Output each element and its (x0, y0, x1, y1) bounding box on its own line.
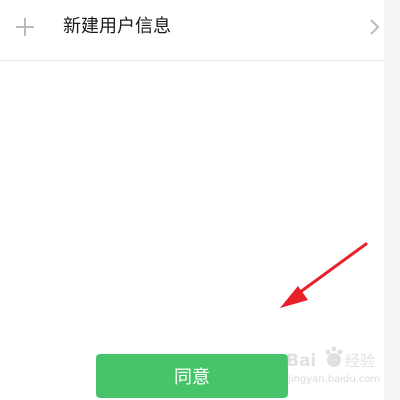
divider (0, 60, 384, 61)
chevron-right-icon (369, 18, 381, 36)
svg-text:经验: 经验 (345, 352, 375, 370)
baidu-logo-icon: Bai 经验 (286, 346, 375, 371)
row-label: 新建用户信息 (63, 16, 171, 37)
agree-button[interactable]: 同意 (96, 354, 288, 398)
side-gutter (384, 0, 400, 400)
new-user-info-row[interactable]: 新建用户信息 (0, 0, 384, 56)
svg-text:Bai: Bai (286, 351, 316, 371)
watermark-url: jingyan.baidu.com (288, 374, 381, 385)
red-arrow-annotation (280, 242, 368, 308)
baidu-jingyan-watermark: Bai 经验 jingyan.baidu.com (282, 344, 398, 400)
agree-button-label: 同意 (174, 367, 210, 388)
plus-icon (15, 17, 35, 37)
